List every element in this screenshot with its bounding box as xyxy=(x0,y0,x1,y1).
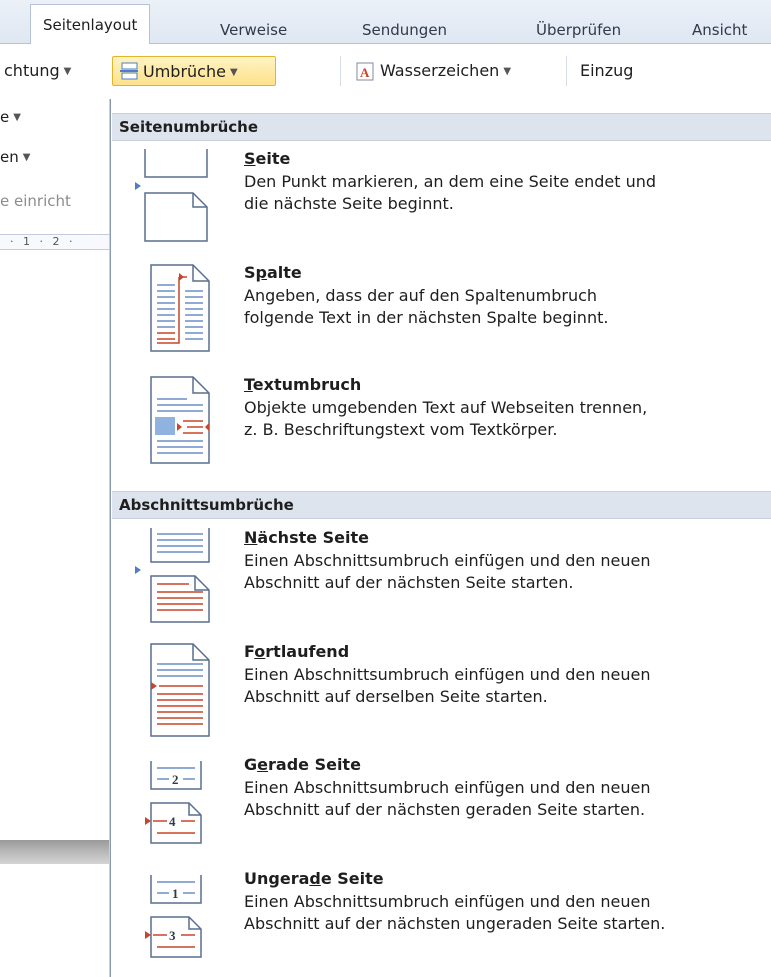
tab-ueberpruefen[interactable]: Überprüfen xyxy=(536,16,621,44)
breaks-button[interactable]: Umbrüche ▼ xyxy=(112,56,276,86)
section-header-section-breaks: Abschnittsumbrüche xyxy=(112,491,771,519)
margins-button-label: e xyxy=(0,108,10,126)
menu-item-description: Einen Abschnittsumbruch einfügen und den… xyxy=(244,665,651,706)
menu-item-continuous[interactable]: Fortlaufend Einen Abschnittsumbruch einf… xyxy=(112,642,771,752)
watermark-button[interactable]: A Wasserzeichen ▼ xyxy=(356,56,511,86)
menu-item-next-page[interactable]: Nächste Seite Einen Abschnittsumbruch ei… xyxy=(112,528,771,638)
menu-item-description: Einen Abschnittsumbruch einfügen und den… xyxy=(244,551,651,592)
ribbon-body: chtung ▼ Umbrüche ▼ A Wasserzeichen ▼ Einzu… xyxy=(0,44,771,100)
section-header-page-breaks: Seitenumbrüche xyxy=(112,113,771,141)
menu-item-description: Den Punkt markieren, an dem eine Seite e… xyxy=(244,172,657,213)
menu-item-description: Einen Abschnittsumbruch einfügen und den… xyxy=(244,778,651,819)
chevron-down-icon: ▼ xyxy=(503,66,512,77)
watermark-icon: A xyxy=(356,62,374,81)
document-area-edge xyxy=(0,840,110,864)
breaks-icon xyxy=(120,62,138,80)
orientation-button-label: chtung xyxy=(4,61,60,80)
tab-seitenlayout[interactable]: Seitenlayout xyxy=(30,4,151,45)
ribbon-tab-bar: Seitenlayout Verweise Sendungen Überprüf… xyxy=(0,0,771,45)
menu-item-even-page[interactable]: 2 4 Gerade Seite Einen Abschnittsumbruch… xyxy=(112,755,771,865)
column-break-icon xyxy=(150,264,210,352)
tab-ansicht[interactable]: Ansicht xyxy=(692,16,747,44)
menu-item-title: Textumbruch xyxy=(244,375,362,394)
even-page-break-icon: 2 4 xyxy=(145,761,202,844)
next-page-break-icon xyxy=(135,528,210,623)
horizontal-ruler: · 1 · 2 · xyxy=(0,234,110,250)
indent-label: Einzug xyxy=(580,61,634,80)
menu-item-title: Seite xyxy=(244,149,291,168)
chevron-down-icon: ▼ xyxy=(229,67,238,78)
svg-text:2: 2 xyxy=(172,772,179,787)
watermark-button-label: Wasserzeichen xyxy=(380,61,500,80)
chevron-down-icon: ▼ xyxy=(22,152,31,163)
ribbon-separator xyxy=(566,56,567,86)
margins-button[interactable]: e ▼ xyxy=(0,108,21,126)
menu-item-page-break[interactable]: Seite Den Punkt markieren, an dem eine S… xyxy=(112,149,771,259)
menu-item-description: Angeben, dass der auf den Spaltenumbruch… xyxy=(244,286,609,327)
menu-item-title: Nächste Seite xyxy=(244,528,370,547)
svg-text:A: A xyxy=(360,65,370,80)
menu-item-title: Ungerade Seite xyxy=(244,869,384,888)
odd-page-break-icon: 1 3 xyxy=(145,875,202,958)
menu-item-column-break[interactable]: Spalte Angeben, dass der auf den Spalten… xyxy=(112,263,771,373)
columns-button[interactable]: en ▼ xyxy=(0,148,30,166)
breaks-dropdown-menu: Seitenumbrüche Seite Den Punkt markieren… xyxy=(110,99,771,977)
chevron-down-icon: ▼ xyxy=(63,66,72,77)
menu-item-title: Gerade Seite xyxy=(244,755,361,774)
group-label-page-setup: e einricht xyxy=(0,192,71,210)
menu-item-text-wrapping-break[interactable]: Textumbruch Objekte umgebenden Text auf … xyxy=(112,375,771,485)
continuous-break-icon xyxy=(150,643,210,737)
svg-text:1: 1 xyxy=(172,886,179,901)
ribbon-separator xyxy=(340,56,341,86)
menu-item-description: Einen Abschnittsumbruch einfügen und den… xyxy=(244,892,666,933)
columns-button-label: en xyxy=(0,148,19,166)
breaks-button-label: Umbrüche xyxy=(143,62,226,81)
page-break-icon xyxy=(135,149,208,242)
menu-item-title: Fortlaufend xyxy=(244,642,350,661)
text-wrapping-break-icon xyxy=(150,376,210,464)
chevron-down-icon: ▼ xyxy=(13,112,21,123)
menu-item-title: Spalte xyxy=(244,263,302,282)
ribbon-left-area: e ▼ en ▼ e einricht · 1 · 2 · xyxy=(0,100,110,977)
svg-text:4: 4 xyxy=(169,814,176,829)
tab-verweise[interactable]: Verweise xyxy=(220,16,287,44)
svg-text:3: 3 xyxy=(169,928,176,943)
orientation-button[interactable]: chtung ▼ xyxy=(4,56,71,86)
menu-item-odd-page[interactable]: 1 3 Ungerade Seite Einen Abschnittsumbru… xyxy=(112,869,771,977)
tab-sendungen[interactable]: Sendungen xyxy=(362,16,447,44)
menu-item-description: Objekte umgebenden Text auf Webseiten tr… xyxy=(244,398,648,439)
